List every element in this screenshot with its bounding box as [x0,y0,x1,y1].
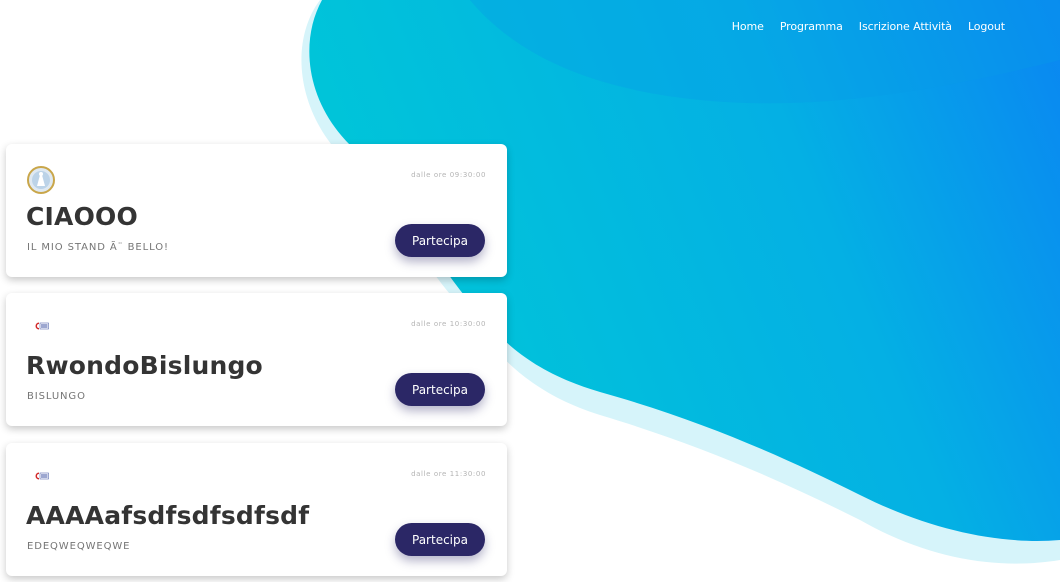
card-time: dalle ore 10:30:00 [411,320,486,328]
activity-card: dalle ore 09:30:00 CIAOOO IL MIO STAND Ã… [6,144,507,277]
red-c-logo-icon [35,322,49,330]
globe-emblem-icon [27,166,55,194]
partecipa-button[interactable]: Partecipa [395,523,485,556]
card-subtitle: EDEQWEQWEQWE [27,541,131,552]
top-nav: Home Programma Iscrizione Attività Logou… [732,20,1005,33]
partecipa-button[interactable]: Partecipa [395,373,485,406]
card-time: dalle ore 09:30:00 [411,171,486,179]
nav-logout[interactable]: Logout [968,20,1005,33]
card-subtitle: IL MIO STAND Ã¨ BELLO! [27,242,169,253]
card-subtitle: BISLUNGO [27,391,86,402]
activity-card: dalle ore 11:30:00 AAAAafsdfsdfsdfsdf ED… [6,443,507,576]
partecipa-button[interactable]: Partecipa [395,224,485,257]
card-time: dalle ore 11:30:00 [411,470,486,478]
nav-programma[interactable]: Programma [780,20,843,33]
page: Home Programma Iscrizione Attività Logou… [0,0,1060,582]
card-title: CIAOOO [26,202,138,231]
activity-card: dalle ore 10:30:00 RwondoBislungo BISLUN… [6,293,507,426]
card-title: RwondoBislungo [26,351,263,380]
red-c-logo-icon [35,472,49,480]
nav-home[interactable]: Home [732,20,764,33]
nav-iscrizione-attivita[interactable]: Iscrizione Attività [859,20,952,33]
card-title: AAAAafsdfsdfsdfsdf [26,501,310,530]
